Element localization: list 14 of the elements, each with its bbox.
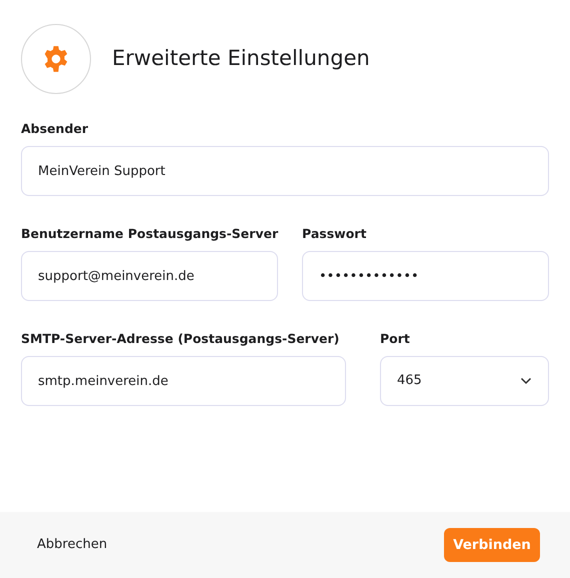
input-field[interactable]: MeinVerein Support <box>21 146 549 196</box>
field-label: Benutzername Postausgangs-Server <box>21 226 278 242</box>
port-dropdown[interactable]: 465 <box>380 356 549 406</box>
dialog-title: Erweiterte Einstellungen <box>112 45 370 72</box>
field-label: Passwort <box>302 226 368 242</box>
cancel-button[interactable]: Abbrechen <box>21 531 124 559</box>
field-label: SMTP-Server-Adresse (Postausgangs-Server) <box>21 331 340 347</box>
password-field[interactable]: ••••••••••••• <box>302 251 549 301</box>
input-field[interactable]: smtp.meinverein.de <box>21 356 346 406</box>
field-label: Port <box>380 331 411 347</box>
chevron-down-icon <box>520 377 532 385</box>
field-label: Absender <box>21 121 90 137</box>
input-field[interactable]: support@meinverein.de <box>21 251 278 301</box>
settings-icon <box>42 45 70 73</box>
